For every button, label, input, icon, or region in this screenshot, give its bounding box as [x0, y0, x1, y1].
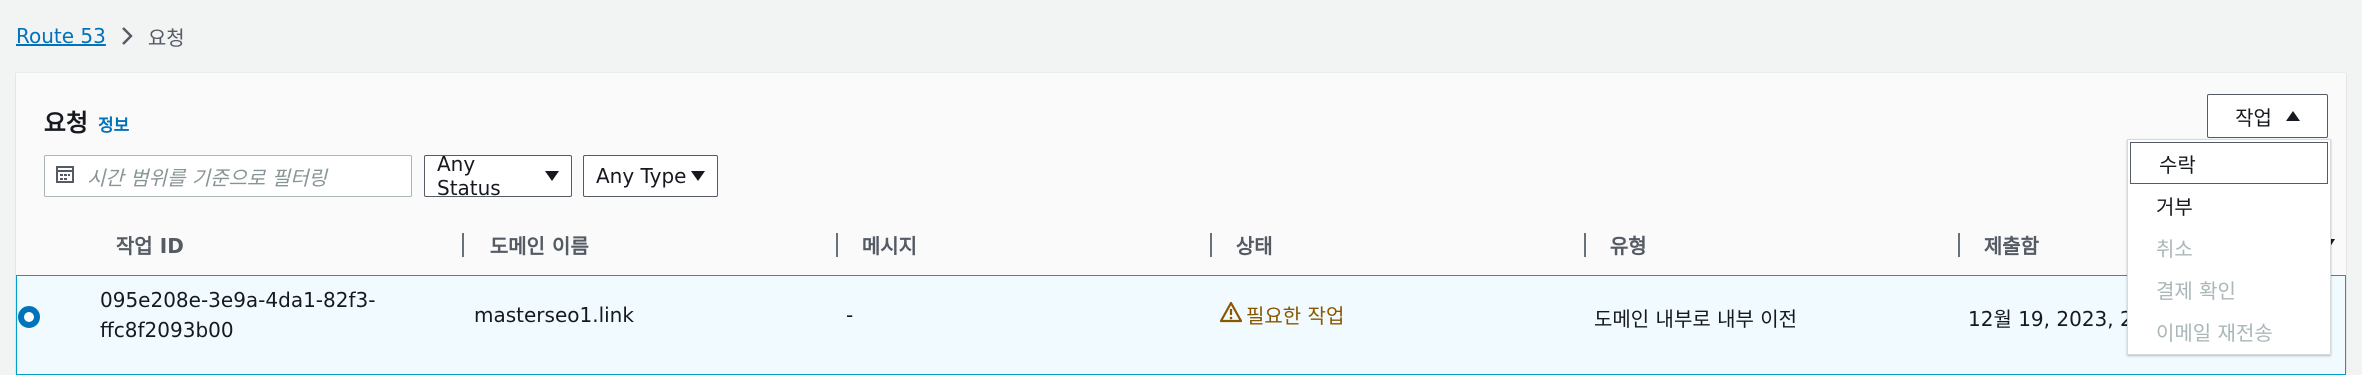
- status-select[interactable]: Any Status: [424, 152, 572, 200]
- submitted-cell: 12월 19, 2023, 2: [1968, 307, 2133, 331]
- column-divider[interactable]: [836, 233, 838, 257]
- panel-header: 요청 정보: [44, 103, 129, 138]
- column-divider[interactable]: [1210, 233, 1212, 257]
- chevron-right-icon: [120, 26, 134, 46]
- calendar-icon: [55, 164, 75, 188]
- column-header-submitted[interactable]: 제출함: [1984, 223, 2039, 265]
- status-select-value: Any Status: [437, 152, 501, 200]
- table-header: 작업 ID 도메인 이름 메시지 상태 유형 제출함: [16, 223, 2346, 265]
- breadcrumb-route53-link[interactable]: Route 53: [16, 24, 106, 48]
- job-id-line1: 095e208e-3e9a-4da1-82f3-: [100, 288, 376, 312]
- menu-item-accept[interactable]: 수락: [2130, 142, 2328, 184]
- menu-item-cancel: 취소: [2156, 236, 2193, 261]
- actions-button[interactable]: 작업: [2207, 94, 2328, 138]
- menu-item-confirm-payment: 결제 확인: [2156, 278, 2236, 303]
- type-select[interactable]: Any Type: [583, 155, 718, 197]
- breadcrumb-current: 요청: [147, 25, 185, 50]
- job-id-line2: ffc8f2093b00: [100, 318, 234, 342]
- actions-button-label: 작업: [2235, 105, 2272, 130]
- status-cell: 필요한 작업: [1219, 300, 1345, 329]
- actions-dropdown-menu: 수락 거부 취소 결제 확인 이메일 재전송: [2127, 139, 2331, 355]
- column-divider[interactable]: [462, 233, 464, 257]
- status-text: 필요한 작업: [1246, 304, 1345, 328]
- type-cell: 도메인 내부로 내부 이전: [1594, 307, 1798, 331]
- column-header-job-id[interactable]: 작업 ID: [116, 223, 184, 265]
- filter-placeholder: 시간 범위를 기준으로 필터링: [87, 165, 327, 190]
- column-header-type[interactable]: 유형: [1610, 223, 1647, 265]
- column-header-domain[interactable]: 도메인 이름: [490, 223, 589, 265]
- caret-down-icon: [545, 171, 559, 181]
- menu-item-reject[interactable]: 거부: [2128, 184, 2330, 226]
- page-title: 요청: [44, 109, 89, 137]
- date-range-filter[interactable]: 시간 범위를 기준으로 필터링: [44, 155, 412, 197]
- caret-up-icon: [2285, 111, 2300, 121]
- message-cell: -: [846, 303, 854, 327]
- column-header-message[interactable]: 메시지: [862, 223, 917, 265]
- type-select-value: Any Type: [596, 164, 687, 188]
- column-divider[interactable]: [1958, 233, 1960, 257]
- radio-selected-icon[interactable]: [18, 306, 40, 328]
- breadcrumb: Route 53 요청: [16, 18, 185, 54]
- job-id-cell: 095e208e-3e9a-4da1-82f3- ffc8f2093b00: [100, 285, 400, 345]
- column-header-status[interactable]: 상태: [1236, 223, 1273, 265]
- warning-icon: [1219, 301, 1243, 328]
- menu-item-resend-email: 이메일 재전송: [2156, 320, 2273, 345]
- column-divider[interactable]: [1584, 233, 1586, 257]
- domain-cell: masterseo1.link: [474, 303, 634, 327]
- info-link[interactable]: 정보: [98, 111, 129, 136]
- caret-down-icon: [691, 171, 705, 181]
